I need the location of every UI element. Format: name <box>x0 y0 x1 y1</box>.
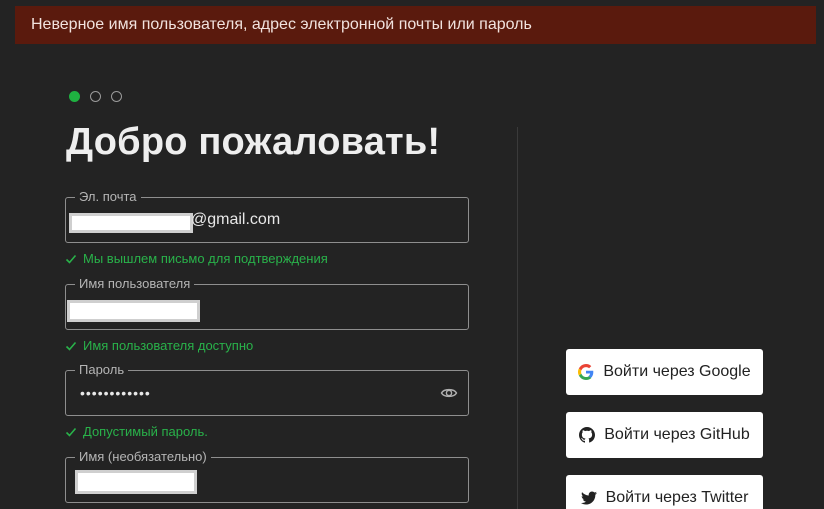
name-field-label: Имя (необязательно) <box>75 448 211 466</box>
username-status-text: Имя пользователя доступно <box>83 338 254 353</box>
eye-icon[interactable] <box>440 384 458 402</box>
check-icon <box>65 341 77 351</box>
step-indicator <box>69 91 122 102</box>
redacted-name <box>75 470 197 494</box>
twitter-signin-button[interactable]: Войти через Twitter <box>566 475 763 509</box>
redacted-email-local-part <box>69 213 193 233</box>
vertical-divider <box>517 127 518 509</box>
github-icon <box>579 427 596 443</box>
username-field[interactable]: Имя пользователя <box>65 275 469 330</box>
google-signin-label: Войти через Google <box>603 363 751 380</box>
github-signin-label: Войти через GitHub <box>604 426 750 443</box>
error-banner: Неверное имя пользователя, адрес электро… <box>15 6 816 44</box>
step-dot-3 <box>111 91 122 102</box>
password-field[interactable]: Пароль •••••••••••• <box>65 361 469 416</box>
password-field-label: Пароль <box>75 361 129 379</box>
twitter-icon <box>580 491 597 505</box>
redacted-username <box>67 300 200 322</box>
step-dot-1 <box>69 91 80 102</box>
email-status: Мы вышлем письмо для подтверждения <box>65 251 328 266</box>
email-domain-text: @gmail.com <box>191 211 281 228</box>
name-field[interactable]: Имя (необязательно) <box>65 448 469 503</box>
email-status-text: Мы вышлем письмо для подтверждения <box>83 251 328 266</box>
password-status: Допустимый пароль. <box>65 424 208 439</box>
signup-page: Неверное имя пользователя, адрес электро… <box>0 0 824 509</box>
check-icon <box>65 254 77 264</box>
twitter-signin-label: Войти через Twitter <box>605 489 749 506</box>
page-title: Добро пожаловать! <box>66 121 441 163</box>
google-signin-button[interactable]: Войти через Google <box>566 349 763 395</box>
password-masked-value: •••••••••••• <box>80 385 151 401</box>
password-status-text: Допустимый пароль. <box>83 424 208 439</box>
username-field-label: Имя пользователя <box>75 275 195 293</box>
check-icon <box>65 427 77 437</box>
step-dot-2 <box>90 91 101 102</box>
github-signin-button[interactable]: Войти через GitHub <box>566 412 763 458</box>
username-status: Имя пользователя доступно <box>65 338 253 353</box>
email-field-label: Эл. почта <box>75 188 141 206</box>
google-icon <box>578 364 594 380</box>
error-message: Неверное имя пользователя, адрес электро… <box>31 16 532 33</box>
email-field[interactable]: Эл. почта @gmail.com <box>65 188 469 243</box>
